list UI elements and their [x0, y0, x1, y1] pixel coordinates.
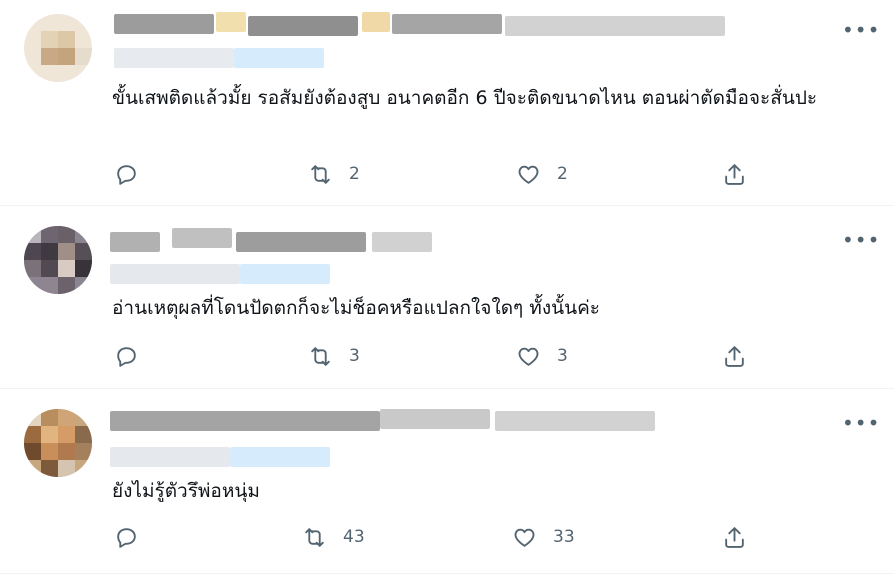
more-horizontal-icon[interactable]: ••• [842, 20, 879, 44]
avatar[interactable] [24, 226, 92, 294]
avatar[interactable] [24, 409, 92, 477]
share-button[interactable] [722, 342, 747, 370]
more-horizontal-icon[interactable]: ••• [842, 413, 879, 437]
reply-button[interactable] [114, 160, 139, 188]
share-icon [725, 345, 744, 367]
like-count: 2 [557, 164, 568, 184]
retweet-icon [311, 164, 330, 184]
retweet-button[interactable]: 3 [308, 342, 360, 370]
more-horizontal-icon[interactable]: ••• [842, 230, 879, 254]
tweet-3[interactable]: ••• ยังไม่รู้ตัวรึพ่อหนุ่ม 43 33 [0, 389, 894, 574]
retweet-icon [305, 527, 324, 547]
avatar[interactable] [24, 14, 92, 82]
reply-icon [117, 164, 136, 185]
tweet-text: อ่านเหตุผลที่โดนปัดตกก็จะไม่ช็อคหรือแปลก… [112, 297, 600, 319]
retweet-count: 3 [349, 346, 360, 366]
reply-icon [117, 527, 136, 548]
retweet-icon [311, 346, 330, 366]
share-icon [725, 526, 744, 548]
like-count: 33 [553, 527, 575, 547]
share-button[interactable] [722, 160, 747, 188]
retweet-count: 43 [343, 527, 365, 547]
like-button[interactable]: 33 [512, 523, 575, 551]
heart-icon [518, 165, 539, 184]
reply-button[interactable] [114, 342, 139, 370]
retweet-button[interactable]: 43 [302, 523, 365, 551]
tweet-1[interactable]: ••• ขั้นเสพติดแล้วมั้ย รอสัมยังต้องสูบ อ… [0, 0, 894, 206]
like-count: 3 [557, 346, 568, 366]
share-icon [725, 163, 744, 185]
tweet-actions: 3 3 [112, 342, 762, 370]
tweet-actions: 43 33 [112, 523, 762, 551]
tweet-actions: 2 2 [112, 160, 762, 188]
tweet-text: ยังไม่รู้ตัวรึพ่อหนุ่ม [112, 480, 260, 502]
reply-icon [117, 346, 136, 367]
retweet-button[interactable]: 2 [308, 160, 360, 188]
retweet-count: 2 [349, 164, 360, 184]
tweet-2[interactable]: ••• อ่านเหตุผลที่โดนปัดตกก็จะไม่ช็อคหรือ… [0, 206, 894, 389]
reply-button[interactable] [114, 523, 139, 551]
tweet-text: ขั้นเสพติดแล้วมั้ย รอสัมยังต้องสูบ อนาคต… [112, 87, 818, 109]
like-button[interactable]: 3 [516, 342, 568, 370]
like-button[interactable]: 2 [516, 160, 568, 188]
heart-icon [514, 528, 535, 547]
heart-icon [518, 347, 539, 366]
share-button[interactable] [722, 523, 747, 551]
